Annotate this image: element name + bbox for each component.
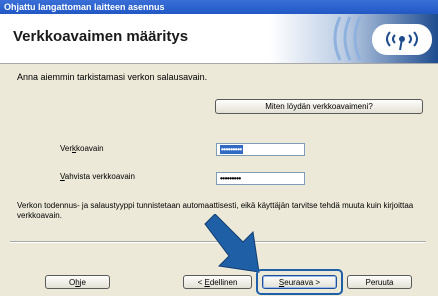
find-network-key-button[interactable]: Miten löydän verkkoavaimeni? <box>215 99 423 114</box>
cancel-button[interactable]: Peruuta <box>347 275 412 289</box>
arrow-indicator-icon <box>204 214 260 273</box>
network-key-label: Verkkoavain <box>60 144 104 153</box>
confirm-key-field[interactable]: ••••••••• <box>216 172 305 185</box>
wireless-signal-icon <box>270 14 438 63</box>
help-button[interactable]: Oh je <box>45 275 110 289</box>
confirm-key-label: Vahvista verkkoavain <box>60 172 136 181</box>
network-key-field[interactable]: ••••••••• <box>216 143 305 156</box>
next-button[interactable]: Seuraava > <box>262 275 337 289</box>
back-button[interactable]: < Edellinen <box>183 275 252 289</box>
network-key-value: ••••••••• <box>220 145 243 154</box>
setup-wizard-window: Ohjattu langattoman laitteen asennus Ver… <box>0 0 438 296</box>
wizard-content: Anna aiemmin tarkistamasi verkon salausa… <box>0 64 438 296</box>
window-title: Ohjattu langattoman laitteen asennus <box>0 0 438 14</box>
intro-text: Anna aiemmin tarkistamasi verkon salausa… <box>17 72 208 82</box>
wizard-header: Verkkoavaimen määritys <box>0 14 438 64</box>
page-title: Verkkoavaimen määritys <box>13 28 189 45</box>
